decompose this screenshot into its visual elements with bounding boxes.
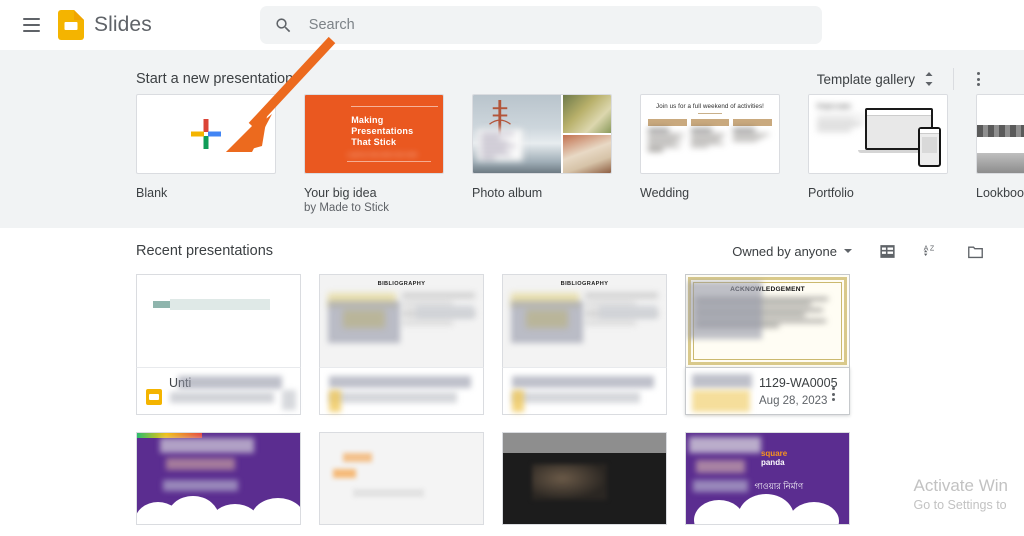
album-photo-3 [563,135,611,173]
hamburger-menu-icon[interactable] [14,8,48,42]
recent-cards-row-2: square panda গাওয়ার নির্মাণ [136,432,1024,525]
bengali-subtitle: গাওয়ার নির্মাণ [754,481,804,492]
svg-text:Z: Z [929,244,934,252]
wedding-thumbnail[interactable]: Join us for a full weekend of activities… [640,94,780,174]
card-meta [319,367,484,415]
decorative-rule [351,106,438,107]
template-gallery-button[interactable]: Template gallery [811,67,941,91]
template-card-your-big-idea[interactable]: Making Presentations That Stick A guide … [304,94,444,216]
chevron-up-down-icon [925,72,933,86]
template-label: Lookbook [976,186,1024,200]
card-more-menu-icon[interactable] [823,383,843,405]
your-big-idea-thumbnail[interactable]: Making Presentations That Stick A guide … [304,94,444,174]
square-panda-logo: square panda [761,449,787,467]
owner-filter-label: Owned by anyone [732,243,837,259]
card-thumbnail[interactable]: BIBLIOGRAPHY [502,274,667,367]
recent-card-untitled[interactable]: Unti [136,274,301,415]
recent-cards-row-1: Unti BIBLIOGRAPHY [136,274,1024,415]
template-section-header: Start a new presentation Template galler… [0,50,1024,94]
wedding-thumb-title: Join us for a full weekend of activities… [656,103,764,110]
recent-controls: Owned by anyone A Z [724,234,992,268]
recent-card-bibliography-1[interactable]: BIBLIOGRAPHY [319,274,484,415]
template-card-lookbook[interactable]: Lookbook [976,94,1024,216]
recent-card-dark-photo[interactable] [502,432,667,525]
template-label: Blank [136,186,168,200]
thumb-heading: BIBLIOGRAPHY [377,281,426,287]
photo-album-thumbnail[interactable] [472,94,612,174]
template-list: Blank Making Presentations That Stick A … [0,94,1024,216]
card-thumbnail[interactable]: BIBLIOGRAPHY [319,274,484,367]
card-thumbnail[interactable] [136,432,301,525]
card-meta: Unti [136,367,301,415]
lookbook-thumbnail[interactable] [976,94,1024,174]
search-input[interactable] [308,17,808,33]
card-thumbnail[interactable] [319,432,484,525]
cloud-decoration [686,494,849,524]
google-plus-icon [191,119,221,149]
template-header-controls: Template gallery [811,65,992,93]
phone-illustration [918,127,941,167]
blank-presentation-thumbnail[interactable] [136,94,276,174]
list-view-icon[interactable] [870,234,904,268]
template-card-portfolio[interactable]: Project name Portfolio [808,94,948,216]
card-meta: 1129-WA0005 Aug 28, 2023 [685,367,850,415]
app-name: Slides [94,13,152,36]
caret-down-icon [844,249,852,253]
template-card-photo-album[interactable]: Photo album [472,94,612,216]
toolbar-divider [953,68,954,90]
start-new-presentation-section: Start a new presentation Template galler… [0,50,1024,228]
recent-card-bibliography-2[interactable]: BIBLIOGRAPHY [502,274,667,415]
decorative-rule-2 [347,161,431,162]
template-thumb-byline: A guide by Chip Heath & Dan Heath [347,152,418,157]
logo-line-2: panda [760,458,785,468]
street-photo [977,95,1024,173]
template-label: Photo album [472,186,543,200]
template-thumb-title: Making Presentations That Stick [351,115,414,147]
bridge-photo [473,95,562,173]
card-meta [502,367,667,415]
recent-card-purple-1[interactable] [136,432,301,525]
recent-card-square-panda[interactable]: square panda গাওয়ার নির্মাণ [685,432,850,525]
app-header: Slides [0,0,1024,50]
template-card-wedding[interactable]: Join us for a full weekend of activities… [640,94,780,216]
google-slides-logo-icon [58,10,84,40]
section-title: Recent presentations [136,243,274,259]
template-sublabel: by Made to Stick [304,202,390,214]
owner-filter-dropdown[interactable]: Owned by anyone [724,239,860,264]
template-card-blank[interactable]: Blank [136,94,276,216]
template-label: Portfolio [808,186,854,200]
card-thumbnail[interactable] [502,432,667,525]
recent-card-light-photo[interactable] [319,432,484,525]
template-gallery-label: Template gallery [816,71,915,87]
recent-card-acknowledgement[interactable]: ACKNOWLEDGEMENT 1129-WA0005 Aug 28, 2023 [685,274,850,415]
brand-home-link[interactable]: Slides [58,10,152,40]
card-thumbnail[interactable]: square panda গাওয়ার নির্মাণ [685,432,850,525]
recent-presentations-section: Recent presentations Owned by anyone A Z [0,228,1024,525]
cloud-decoration [137,496,300,524]
template-label: Wedding [640,186,690,200]
search-icon [276,17,291,32]
template-label: Your big idea [304,186,377,200]
search-bar[interactable] [259,6,822,44]
slides-file-icon [146,389,162,405]
folder-picker-icon[interactable] [958,234,992,268]
card-thumbnail[interactable] [136,274,301,367]
section-title: Start a new presentation [136,71,294,87]
sort-az-icon[interactable]: A Z [914,234,948,268]
recent-section-header: Recent presentations Owned by anyone A Z [136,228,1024,274]
more-vert-icon[interactable] [964,65,992,93]
portfolio-thumbnail[interactable]: Project name [808,94,948,174]
album-photo-2 [563,95,611,135]
logo-line-1: square [760,449,788,459]
thumb-heading: BIBLIOGRAPHY [560,281,609,287]
google-slides-home: Slides Start a new presentation Template… [0,0,1024,536]
photo-caption-block [477,129,523,161]
card-thumbnail[interactable]: ACKNOWLEDGEMENT [685,274,850,367]
